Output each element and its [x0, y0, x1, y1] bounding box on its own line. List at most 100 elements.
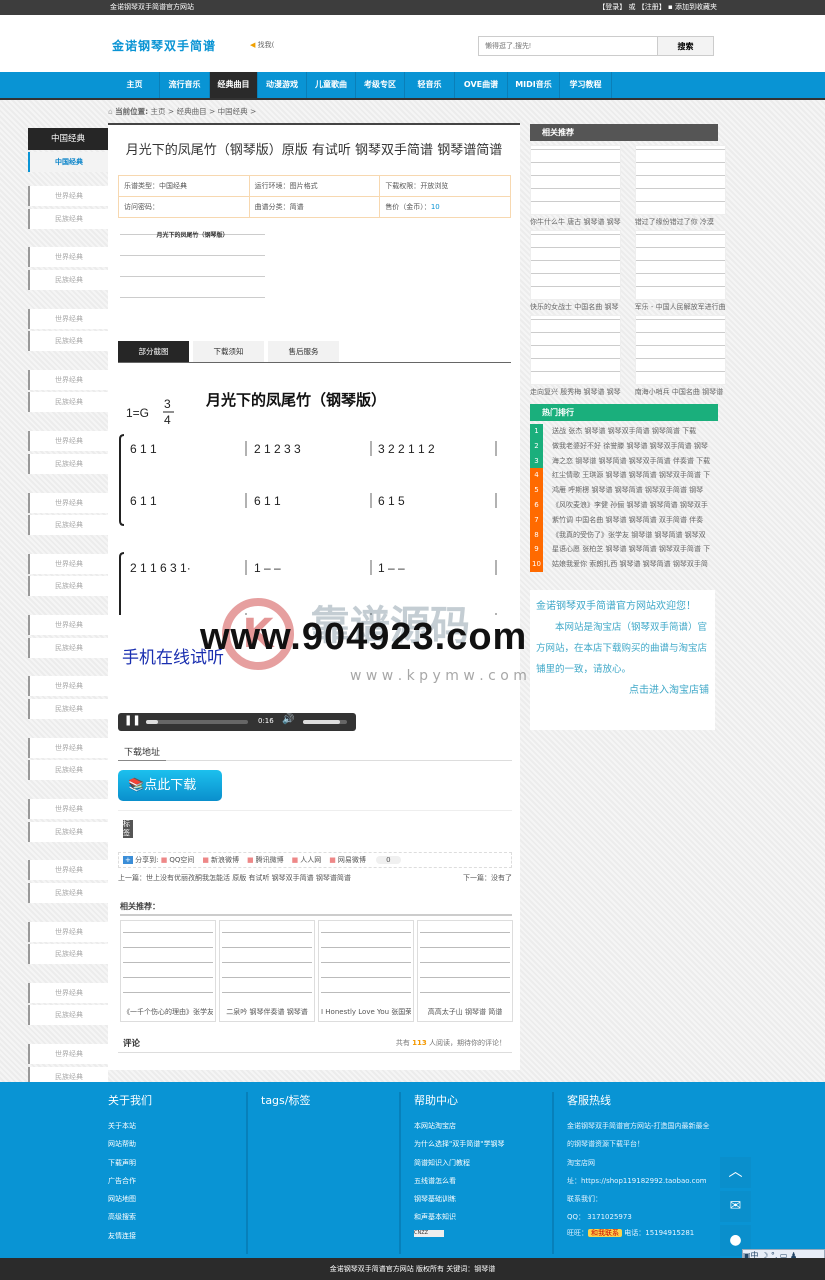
recommend-caption[interactable]: 你牛什么牛 唐古 钢琴谱 钢琴 [530, 215, 621, 230]
sidebar-item[interactable]: 世界经典 [28, 186, 108, 206]
sidebar-item[interactable]: 世界经典 [28, 553, 108, 574]
f-help-item[interactable]: 五线谱怎么看 [414, 1172, 552, 1190]
related-caption[interactable]: 二泉吟 钢琴伴奏谱 钢琴谱 [222, 1007, 312, 1017]
wangwang-contact-button[interactable]: 和我联系 [588, 1228, 622, 1237]
hot-item[interactable]: 3 海之恋 钢琴谱 钢琴简谱 钢琴双手简谱 伴奏谱 下载 [530, 453, 718, 469]
f-help-item[interactable]: 钢琴基础训练 [414, 1190, 552, 1208]
shop-link[interactable]: 点击进入淘宝店铺 [536, 680, 709, 701]
share-label[interactable]: 网易微博 [338, 856, 366, 864]
volume-slider[interactable] [303, 720, 347, 724]
nav-item[interactable]: MIDI音乐 [508, 72, 560, 98]
hot-item[interactable]: 6 《风吹麦浪》李健 孙俪 钢琴谱 钢琴简谱 钢琴双手 [530, 497, 718, 513]
sidebar-item[interactable]: 民族经典 [28, 821, 108, 842]
sidebar-item[interactable]: 世界经典 [28, 737, 108, 758]
sidebar-item[interactable]: 民族经典 [28, 1005, 108, 1026]
f-about-item[interactable]: 网站帮助 [108, 1135, 246, 1153]
sidebar-item[interactable]: 世界经典 [28, 860, 108, 881]
find-me-link[interactable]: 找我( [258, 41, 275, 49]
hot-item-title[interactable]: 姑娘我爱你 索朗扎西 钢琴谱 钢琴简谱 钢琴双手简 [552, 557, 708, 572]
recommend-item[interactable]: 你牛什么牛 唐古 钢琴谱 钢琴 [530, 145, 621, 230]
f-help-item[interactable]: 为什么选择"双手简谱"学钢琴 [414, 1135, 552, 1153]
breadcrumb-chinese-classic[interactable]: 中国经典 [218, 107, 248, 116]
recommend-caption[interactable]: 走向复兴 殷秀梅 钢琴谱 钢琴 [530, 385, 621, 400]
recommend-thumbnail[interactable] [634, 145, 726, 215]
related-thumbnail[interactable] [123, 923, 213, 1007]
f-about-item[interactable]: 网站地图 [108, 1190, 246, 1208]
share-label[interactable]: 人人网 [300, 856, 321, 864]
hot-item[interactable]: 5 鸿雁 呼斯楞 钢琴谱 钢琴简谱 钢琴双手简谱 钢琴 [530, 483, 718, 498]
sidebar-item[interactable]: 世界经典 [28, 247, 108, 268]
sidebar-item[interactable]: 世界经典 [28, 676, 108, 697]
recommend-thumbnail[interactable] [530, 145, 621, 215]
logo[interactable]: 金诺钢琴双手简谱 [112, 37, 216, 54]
register-link[interactable]: 【注册】 [638, 3, 666, 11]
tab-screenshot[interactable]: 部分截图 [118, 341, 189, 362]
sidebar-item[interactable]: 民族经典 [28, 760, 108, 781]
sidebar-item-active[interactable]: 中国经典 [28, 152, 108, 172]
back-to-top-button[interactable]: ︿ [720, 1157, 751, 1188]
hot-item[interactable]: 10 姑娘我爱你 索朗扎西 钢琴谱 钢琴简谱 钢琴双手简 [530, 557, 718, 572]
pause-icon[interactable]: ❚❚ [124, 715, 141, 726]
breadcrumb-home[interactable]: 主页 [151, 107, 166, 116]
related-item[interactable]: 二泉吟 钢琴伴奏谱 钢琴谱 [219, 920, 315, 1022]
sidebar-item[interactable]: 民族经典 [28, 576, 108, 597]
nav-item[interactable]: 主页 [110, 72, 160, 98]
share-item[interactable]: ■ 人人网 [292, 856, 322, 864]
recommend-item[interactable]: 军乐 - 中国人民解放军进行曲 [634, 230, 726, 315]
recommend-caption[interactable]: 快乐的女战士 中国名曲 钢琴 [530, 300, 621, 315]
hot-item[interactable]: 9 星语心愿 张柏芝 钢琴谱 钢琴简谱 钢琴双手简谱 下 [530, 542, 718, 558]
sidebar-item[interactable]: 民族经典 [28, 637, 108, 658]
sidebar-item[interactable]: 民族经典 [28, 698, 108, 719]
f-help-item[interactable]: 本网站淘宝店 [414, 1117, 552, 1135]
recommend-thumbnail[interactable] [530, 315, 621, 385]
volume-icon[interactable]: 🔊 [282, 714, 294, 725]
sidebar-item[interactable]: 世界经典 [28, 369, 108, 390]
related-thumbnail[interactable] [222, 923, 312, 1007]
login-link[interactable]: 【登录】 [598, 3, 626, 11]
sidebar-item[interactable]: 民族经典 [28, 208, 108, 229]
cnzz-badge[interactable]: CNZZ [414, 1229, 444, 1237]
related-item[interactable]: 高高太子山 钢琴谱 简谱 [417, 920, 513, 1022]
sidebar-item[interactable]: 民族经典 [28, 392, 108, 413]
prev-link[interactable]: 上一篇：世上没有优丽孜酮我怎能活 原版 有试听 钢琴双手简谱 钢琴谱简谱 [118, 873, 351, 883]
hot-item-title[interactable]: 紫竹调 中国名曲 钢琴谱 钢琴简谱 双手简谱 伴奏 [552, 513, 703, 528]
share-label[interactable]: QQ空间 [169, 856, 194, 864]
recommend-thumbnail[interactable] [634, 230, 726, 300]
nav-item[interactable]: 动漫游戏 [258, 72, 307, 98]
sidebar-item[interactable]: 世界经典 [28, 492, 108, 513]
f-about-item[interactable]: 友情连接 [108, 1227, 246, 1245]
sidebar-item[interactable]: 民族经典 [28, 331, 108, 352]
sidebar-item[interactable]: 民族经典 [28, 515, 108, 535]
sidebar-item[interactable]: 世界经典 [28, 921, 108, 942]
share-label[interactable]: 新浪微博 [211, 856, 239, 864]
hot-item[interactable]: 8 《我真的受伤了》张学友 钢琴谱 钢琴简谱 钢琴双 [530, 527, 718, 543]
hot-item-title[interactable]: 《我真的受伤了》张学友 钢琴谱 钢琴简谱 钢琴双 [552, 528, 706, 543]
hot-item-title[interactable]: 送战 张杰 钢琴谱 钢琴双手简谱 钢琴简谱 下载 [552, 424, 696, 439]
hot-item-title[interactable]: 做我老婆好不好 徐誉滕 钢琴谱 钢琴双手简谱 钢琴 [552, 439, 708, 454]
recommend-thumbnail[interactable] [634, 315, 726, 385]
nav-item[interactable]: 轻音乐 [405, 72, 455, 98]
recommend-caption[interactable]: 错过了缘份错过了你 冷漠 [635, 215, 726, 230]
recommend-item[interactable]: 快乐的女战士 中国名曲 钢琴 [530, 230, 621, 315]
related-thumbnail[interactable] [420, 923, 510, 1007]
nav-item[interactable]: 流行音乐 [160, 72, 210, 98]
sidebar-item[interactable]: 民族经典 [28, 882, 108, 903]
nav-item[interactable]: 学习教程 [560, 72, 612, 98]
sidebar-item[interactable]: 世界经典 [28, 308, 108, 329]
sidebar-item[interactable]: 民族经典 [28, 453, 108, 474]
related-item[interactable]: I Honestly Love You 张国荣 [318, 920, 414, 1022]
sidebar-item[interactable]: 世界经典 [28, 799, 108, 819]
next-link[interactable]: 下一篇：没有了 [463, 873, 512, 883]
sidebar-item[interactable]: 世界经典 [28, 431, 108, 452]
search-button[interactable]: 搜索 [657, 36, 714, 56]
recommend-caption[interactable]: 军乐 - 中国人民解放军进行曲 [635, 300, 726, 315]
hot-item[interactable]: 1 送战 张杰 钢琴谱 钢琴双手简谱 钢琴简谱 下载 [530, 424, 718, 439]
f-about-item[interactable]: 下载声明 [108, 1154, 246, 1172]
email-button[interactable]: ✉ [720, 1191, 751, 1222]
f-help-item[interactable]: 简谱知识入门教程 [414, 1154, 552, 1172]
recommend-thumbnail[interactable] [530, 230, 621, 300]
hot-item-title[interactable]: 《风吹麦浪》李健 孙俪 钢琴谱 钢琴简谱 钢琴双手 [552, 498, 708, 513]
share-item[interactable]: ■ QQ空间 [161, 856, 195, 864]
related-caption[interactable]: 高高太子山 钢琴谱 简谱 [420, 1007, 510, 1017]
share-item[interactable]: ■ 新浪微博 [202, 856, 239, 864]
